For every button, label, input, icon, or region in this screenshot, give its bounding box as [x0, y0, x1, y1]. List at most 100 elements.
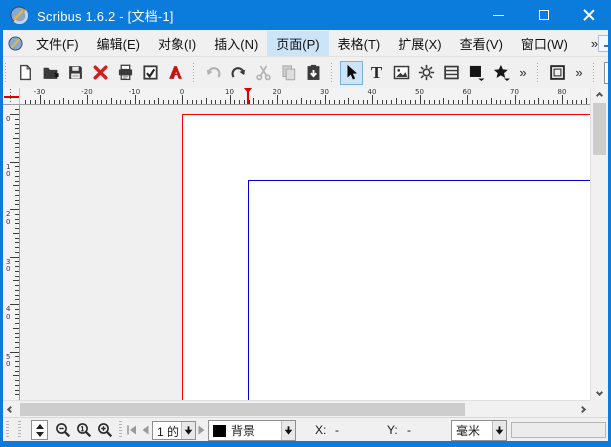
zoom-out-button[interactable] — [53, 420, 73, 440]
scroll-down-button[interactable] — [591, 385, 608, 400]
layer-dropdown-button[interactable] — [281, 421, 295, 440]
vertical-scrollbar-thumb[interactable] — [593, 103, 606, 155]
next-page-icon — [196, 424, 208, 436]
ruler-tick — [553, 100, 554, 104]
ruler-tick — [510, 100, 511, 104]
y-coordinate-label: Y: — [387, 423, 398, 437]
next-page-button[interactable] — [195, 422, 208, 438]
ruler-tick — [30, 100, 31, 104]
ruler-tick — [15, 119, 19, 120]
ruler-tick — [353, 100, 354, 104]
v-ruler-number: 0 — [6, 116, 10, 124]
ruler-tick — [453, 100, 454, 104]
title-bar[interactable]: Scribus 1.6.2 - [文档-1] — [0, 0, 611, 30]
close-document-icon — [92, 64, 109, 81]
scroll-right-button[interactable] — [575, 401, 590, 418]
ruler-tick — [524, 100, 525, 104]
scroll-up-button[interactable] — [591, 88, 608, 103]
window-border-left — [0, 30, 3, 447]
h-ruler-number: -10 — [129, 88, 140, 96]
ruler-tick — [268, 100, 269, 104]
page-combo-dropdown-button[interactable] — [181, 422, 195, 439]
dropdown-arrow-icon — [494, 425, 505, 436]
maximize-button[interactable] — [521, 0, 566, 30]
ruler-tick — [15, 214, 19, 215]
print-document-button[interactable] — [114, 61, 137, 85]
h-ruler-number: 50 — [415, 88, 424, 96]
scroll-left-button[interactable] — [3, 401, 18, 418]
undo-button[interactable] — [202, 61, 225, 85]
first-page-button[interactable] — [125, 422, 138, 438]
more-insert-tools-button[interactable]: » — [515, 61, 531, 85]
cut-button[interactable] — [252, 61, 275, 85]
previous-page-button[interactable] — [138, 422, 151, 438]
vertical-ruler[interactable]: 01 02 03 04 05 0 — [3, 105, 20, 400]
zoom-in-button[interactable] — [95, 420, 115, 440]
page[interactable] — [182, 114, 590, 400]
unit-selector[interactable]: 毫米 — [451, 420, 507, 441]
redo-button[interactable] — [227, 61, 250, 85]
ruler-tick — [78, 100, 79, 104]
open-document-button[interactable] — [39, 61, 62, 85]
ruler-tick — [424, 100, 425, 104]
horizontal-scrollbar-thumb[interactable] — [20, 403, 465, 416]
horizontal-ruler[interactable]: -30-20-1001020304050607080 — [20, 88, 590, 105]
layer-selector[interactable]: 背景 — [208, 420, 296, 441]
ruler-tick — [557, 100, 558, 104]
menu-item-insert[interactable]: 插入(N) — [205, 31, 267, 56]
insert-shape-button[interactable] — [465, 61, 488, 85]
menu-item-page[interactable]: 页面(P) — [267, 31, 328, 56]
ruler-tick — [15, 204, 19, 205]
insert-polygon-button[interactable] — [490, 61, 513, 85]
ruler-origin-corner[interactable] — [3, 88, 20, 105]
insert-image-frame-button[interactable] — [390, 61, 413, 85]
menu-item-edit[interactable]: 编辑(E) — [88, 31, 149, 56]
menu-item-file[interactable]: 文件(F) — [27, 31, 88, 56]
paste-button[interactable] — [302, 61, 325, 85]
menu-item-view[interactable]: 查看(V) — [451, 31, 512, 56]
close-document-button[interactable] — [89, 61, 112, 85]
unit-dropdown-button[interactable] — [492, 421, 506, 440]
menu-overflow-chevron[interactable]: » — [591, 36, 598, 51]
vertical-scrollbar[interactable] — [590, 88, 607, 400]
menu-item-extras[interactable]: 扩展(X) — [389, 31, 450, 56]
ruler-tick — [263, 100, 264, 104]
ruler-tick — [443, 98, 444, 104]
page-number-combo[interactable]: 1 的 — [152, 421, 196, 440]
ruler-tick — [519, 100, 520, 104]
insert-image-frame-icon — [393, 64, 410, 81]
ruler-tick — [386, 100, 387, 104]
insert-render-frame-button[interactable] — [415, 61, 438, 85]
ruler-tick — [40, 95, 41, 104]
status-bar: 1 的 背景 X: - Y: - 毫米 — [3, 417, 608, 441]
pdf-push-button-button[interactable] — [546, 61, 569, 85]
select-item-button[interactable] — [340, 61, 363, 85]
ruler-tick — [377, 100, 378, 104]
insert-text-frame-button[interactable]: T — [365, 61, 388, 85]
ruler-tick — [481, 100, 482, 104]
copy-button[interactable] — [277, 61, 300, 85]
ruler-tick — [15, 133, 19, 134]
undo-icon — [205, 64, 222, 81]
save-as-pdf-button[interactable] — [164, 61, 187, 85]
canvas[interactable] — [20, 105, 590, 400]
close-button[interactable] — [566, 0, 611, 30]
insert-table-button[interactable] — [440, 61, 463, 85]
menu-item-table[interactable]: 表格(T) — [329, 31, 390, 56]
ruler-tick — [576, 100, 577, 104]
menu-item-item[interactable]: 对象(I) — [149, 31, 205, 56]
preflight-verifier-button[interactable] — [139, 61, 162, 85]
ruler-tick — [154, 100, 155, 104]
horizontal-scrollbar[interactable] — [3, 400, 590, 417]
zoom-100-button[interactable] — [74, 420, 94, 440]
ruler-tick — [486, 100, 487, 104]
menu-item-windows[interactable]: 窗口(W) — [512, 31, 577, 56]
more-pdf-tools-button[interactable]: » — [571, 61, 587, 85]
minimize-button[interactable] — [476, 0, 521, 30]
new-document-button[interactable] — [14, 61, 37, 85]
ruler-tick — [586, 98, 587, 104]
zoom-level-spinner[interactable] — [31, 420, 48, 440]
save-document-button[interactable] — [64, 61, 87, 85]
scribus-window: Scribus 1.6.2 - [文档-1] 文件(F)编辑(E)对象(I)插入… — [0, 0, 611, 447]
ruler-tick — [396, 98, 397, 104]
